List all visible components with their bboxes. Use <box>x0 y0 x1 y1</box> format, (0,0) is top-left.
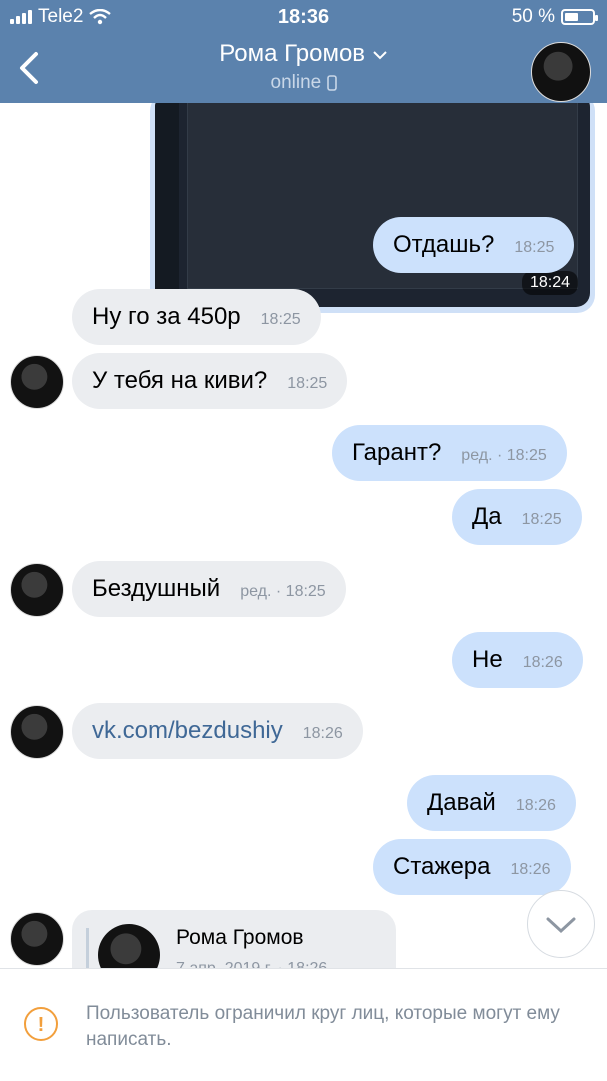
online-label: online <box>270 72 322 93</box>
message-list[interactable]: 18:24 Отдашь? 18:25 Ну го за 450р 18:25 У … <box>0 103 607 968</box>
message-outgoing[interactable]: Да 18:25 <box>452 489 582 545</box>
message-text: Отдашь? <box>393 231 495 258</box>
message-text: Не <box>472 646 503 673</box>
chat-header: Tele2 18:36 50 % Рома Громов online <box>0 0 607 103</box>
sender-avatar[interactable] <box>10 912 64 966</box>
warning-icon: ! <box>24 1007 58 1041</box>
message-incoming[interactable]: Бездушный ред. · 18:25 <box>72 561 346 617</box>
profile-link[interactable]: vk.com/bezdushiy <box>92 717 283 744</box>
chevron-down-icon <box>373 50 387 60</box>
message-text: Гарант? <box>352 439 442 466</box>
message-time: 18:25 <box>521 511 562 528</box>
forward-bar <box>86 928 89 968</box>
message-time: ред. · 18:25 <box>461 447 547 464</box>
forwarded-message[interactable]: Рома Громов 7 апр. 2019 г. · 18:26 <box>72 910 396 968</box>
message-time: 18:26 <box>522 654 563 671</box>
message-text: Бездушный <box>92 575 221 602</box>
message-incoming[interactable]: vk.com/bezdushiy 18:26 <box>72 703 363 759</box>
message-time: ред. · 18:25 <box>240 583 326 600</box>
sender-avatar[interactable] <box>10 563 64 617</box>
chevron-down-icon <box>546 917 576 934</box>
sender-avatar[interactable] <box>10 355 64 409</box>
forwarded-sender: Рома Громов <box>176 926 304 949</box>
screenshot-image: 18:24 <box>155 103 590 307</box>
message-text: У тебя на киви? <box>92 367 268 394</box>
message-incoming[interactable]: У тебя на киви? 18:25 <box>72 353 348 409</box>
online-status: online <box>0 72 607 94</box>
scroll-down-button[interactable] <box>527 890 595 958</box>
contact-name: Рома Громов <box>219 40 366 67</box>
sender-avatar[interactable] <box>10 705 64 759</box>
forwarded-avatar <box>98 924 160 968</box>
message-outgoing[interactable]: Не 18:26 <box>452 632 583 688</box>
message-time: 18:26 <box>510 861 551 878</box>
message-time: 18:25 <box>287 375 328 392</box>
image-sidebar <box>155 103 179 307</box>
battery-percent: 50 % <box>511 6 555 27</box>
chat-title[interactable]: Рома Громов <box>0 40 607 68</box>
image-message[interactable]: 18:24 <box>150 103 595 313</box>
message-text: Давай <box>427 789 496 816</box>
message-time: 18:25 <box>514 239 555 256</box>
message-incoming[interactable]: Ну го за 450р 18:25 <box>72 289 321 345</box>
message-time: 18:26 <box>302 725 343 742</box>
mobile-icon <box>326 75 337 91</box>
message-time: 18:25 <box>260 311 301 328</box>
message-outgoing[interactable]: Гарант? ред. · 18:25 <box>332 425 567 481</box>
message-outgoing[interactable]: Отдашь? 18:25 <box>373 217 575 273</box>
contact-avatar[interactable] <box>531 42 591 102</box>
message-text: Да <box>472 503 502 530</box>
message-time: 18:24 <box>521 271 578 295</box>
message-text: Ну го за 450р <box>92 303 241 330</box>
message-time: 18:26 <box>515 797 556 814</box>
forwarded-date: 7 апр. 2019 г. · 18:26 <box>176 960 327 968</box>
status-bar: Tele2 18:36 50 % <box>0 6 607 30</box>
notice-text: Пользователь ограничил круг лиц, которые… <box>86 1003 560 1050</box>
message-text: Стажера <box>393 853 491 880</box>
write-restriction-notice: ! Пользователь ограничил круг лиц, котор… <box>0 968 607 1081</box>
battery-icon <box>561 9 598 25</box>
message-outgoing[interactable]: Стажера 18:26 <box>373 839 571 895</box>
message-outgoing[interactable]: Давай 18:26 <box>407 775 576 831</box>
